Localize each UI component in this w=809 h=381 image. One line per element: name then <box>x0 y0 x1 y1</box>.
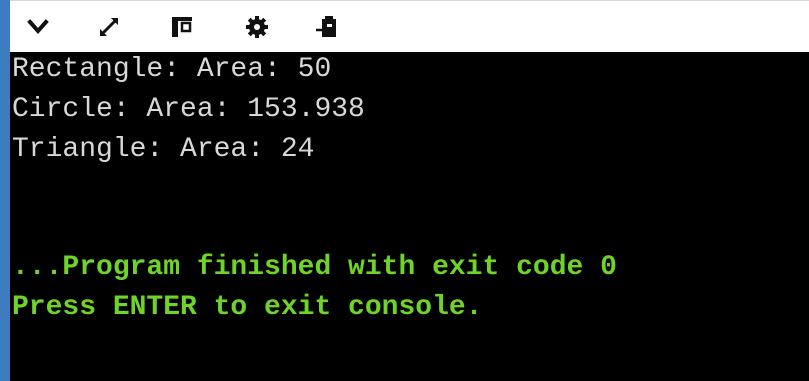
exit-prompt-line: Press ENTER to exit console. <box>12 292 483 323</box>
expand-icon[interactable] <box>95 13 123 41</box>
clipboard-icon[interactable] <box>313 13 341 41</box>
output-line-rectangle: Rectangle: Area: 50 <box>12 54 332 85</box>
console-window: Rectangle: Area: 50 Circle: Area: 153.93… <box>0 0 809 381</box>
output-line-circle: Circle: Area: 153.938 <box>12 94 365 125</box>
gear-icon[interactable] <box>243 13 271 41</box>
console-output[interactable]: Rectangle: Area: 50 Circle: Area: 153.93… <box>10 52 809 381</box>
chevron-down-icon[interactable] <box>24 13 52 41</box>
window-icon[interactable] <box>168 13 196 41</box>
output-line-triangle: Triangle: Area: 24 <box>12 134 315 165</box>
console-toolbar <box>10 0 809 52</box>
exit-status-line: ...Program finished with exit code 0 <box>12 252 617 283</box>
window-border <box>0 0 10 381</box>
